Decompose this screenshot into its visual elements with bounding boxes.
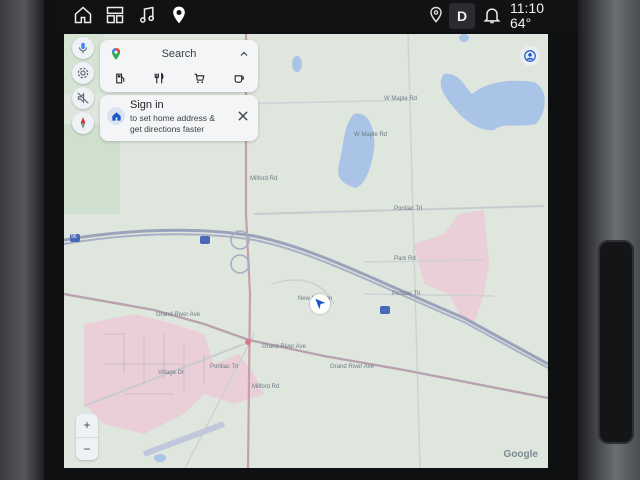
map-label: W Maple Rd [354, 132, 388, 138]
chevron-up-icon[interactable] [238, 48, 250, 60]
settings-button[interactable] [72, 62, 94, 84]
status-bar: D 11:10 64° [58, 0, 578, 32]
lake [338, 113, 375, 188]
shopping-icon [194, 73, 205, 83]
search-card[interactable]: Search [100, 40, 258, 92]
map-label: Milford Rd [252, 384, 280, 390]
category-gas-button[interactable] [111, 70, 129, 86]
mute-alerts-button[interactable] [72, 87, 94, 109]
pond [459, 34, 469, 42]
highway-shield [200, 236, 210, 244]
category-coffee-button[interactable] [230, 70, 248, 86]
map-label: Pontiac Trl [394, 206, 423, 212]
google-attribution: Google [503, 449, 538, 460]
zoom-out-button[interactable]: − [76, 437, 98, 460]
clock-time: 11:10 [510, 0, 544, 16]
air-vent [598, 240, 634, 444]
location-pin-icon[interactable] [168, 4, 190, 26]
microphone-icon [78, 42, 88, 54]
current-location-arrow [310, 294, 330, 314]
map-label: Milford Rd [250, 176, 278, 182]
home-icon[interactable] [72, 4, 94, 26]
map-label: Grand River Ave [262, 344, 306, 350]
account-circle-icon [524, 50, 536, 62]
signin-title[interactable]: Sign in [130, 99, 164, 111]
apps-grid-icon[interactable] [104, 4, 126, 26]
zoom-in-button[interactable]: + [76, 414, 98, 436]
music-note-icon[interactable] [136, 4, 158, 26]
bell-icon[interactable] [481, 4, 503, 26]
zoom-controls: + − [76, 414, 98, 460]
home-address-badge [107, 107, 125, 125]
compass-button[interactable] [72, 112, 94, 134]
map-label: Grand River Ave [156, 312, 200, 318]
signin-subtitle: get directions faster [130, 124, 205, 134]
map-label: Grand River Ave [330, 364, 374, 370]
compass-icon [80, 117, 86, 129]
settings-icon [77, 67, 89, 79]
category-restaurants-button[interactable] [150, 70, 168, 86]
outside-temperature: 64° [510, 15, 532, 31]
voice-search-button[interactable] [72, 37, 94, 59]
map-label: Park Rd [394, 256, 416, 262]
map-label: Village Dr [158, 370, 184, 376]
category-shopping-button[interactable] [190, 70, 208, 86]
map-label: Pontiac Trl [210, 364, 239, 370]
gas-station-icon [115, 73, 124, 83]
map-label: W Maple Rd [384, 96, 418, 102]
lake [440, 73, 545, 131]
pond [154, 454, 166, 462]
pond [292, 56, 302, 72]
highway-shield [380, 306, 390, 314]
restaurants-icon [154, 72, 163, 83]
coffee-icon [234, 74, 244, 83]
interchange-loop [230, 254, 250, 274]
home-icon [111, 111, 121, 121]
urban-area [414, 210, 489, 324]
account-button[interactable] [520, 46, 540, 66]
navigation-arrow-icon [315, 298, 326, 310]
intersection-marker [245, 339, 251, 345]
dashboard-trim-right [578, 0, 640, 480]
search-input[interactable]: Search [100, 48, 258, 60]
signin-card[interactable]: Sign in to set home address & get direct… [100, 95, 258, 141]
gear-indicator: D [449, 3, 475, 29]
highway-shield-label: 96 [71, 234, 77, 240]
location-outline-icon [425, 4, 447, 26]
map-label: Pontiac Trl [392, 291, 421, 297]
airstrip [142, 421, 226, 457]
close-icon[interactable] [236, 109, 250, 123]
dashboard-trim-left [0, 0, 44, 480]
mute-alerts-icon [77, 92, 89, 104]
signin-subtitle: to set home address & [130, 113, 216, 123]
